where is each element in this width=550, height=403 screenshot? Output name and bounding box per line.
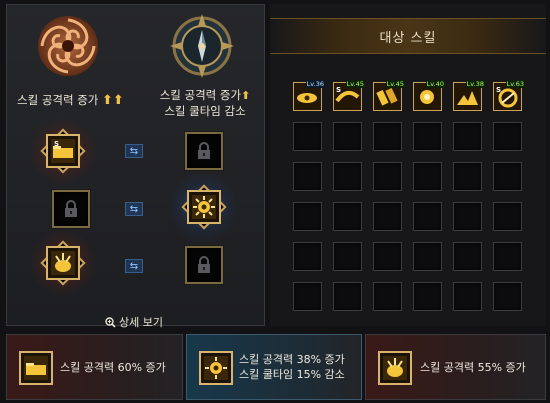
svg-text:S: S bbox=[54, 140, 59, 148]
swap-icon[interactable]: ⇆ bbox=[125, 144, 143, 158]
lock-icon bbox=[65, 200, 77, 217]
spark-fist-skill-icon bbox=[383, 356, 407, 380]
empty-skill-cell bbox=[493, 162, 522, 191]
effect-card-text: 스킬 공격력 60% 증가 bbox=[60, 361, 166, 374]
tripod-skill-slot-right-3[interactable] bbox=[185, 246, 223, 284]
empty-skill-cell bbox=[453, 202, 482, 231]
effect-card-skill-icon-frame bbox=[199, 351, 233, 385]
left-header-label: 스킬 공격력 증가 ⬆⬆ bbox=[17, 92, 124, 108]
empty-skill-cell bbox=[413, 242, 442, 271]
empty-skill-cell bbox=[333, 122, 362, 151]
effect-card-line1: 스킬 공격력 38% 증가 bbox=[239, 353, 345, 366]
sun-burst-skill-icon bbox=[204, 356, 228, 380]
right-header-label: 스킬 공격력 증가⬆ 스킬 쿨타임 감소 bbox=[150, 87, 260, 119]
skill-level-badge: Lv.40 bbox=[425, 80, 445, 88]
red-swirl-emblem-icon bbox=[34, 12, 102, 80]
target-skills-title: 대상 스킬 bbox=[379, 30, 437, 46]
empty-skill-cell bbox=[493, 202, 522, 231]
empty-skill-cell bbox=[413, 162, 442, 191]
lock-icon bbox=[198, 142, 210, 159]
double-up-arrow-icon: ⬆⬆ bbox=[102, 93, 124, 108]
empty-skill-cell bbox=[453, 122, 482, 151]
effect-card-text: 스킬 공격력 55% 증가 bbox=[420, 361, 526, 374]
empty-skill-cell bbox=[293, 202, 322, 231]
target-skill-1[interactable]: Lv.36 bbox=[293, 80, 325, 111]
empty-skill-cell bbox=[493, 122, 522, 151]
effect-card-text: 스킬 공격력 38% 증가 스킬 쿨타임 15% 감소 bbox=[239, 352, 345, 382]
empty-skill-cell bbox=[293, 242, 322, 271]
sun-burst-skill-icon bbox=[192, 195, 216, 219]
target-skill-2[interactable]: S Lv.45 bbox=[333, 80, 365, 111]
empty-skill-cell bbox=[373, 162, 402, 191]
target-skill-4[interactable]: Lv.40 bbox=[413, 80, 445, 111]
empty-skill-cell bbox=[333, 162, 362, 191]
tripod-skill-slot-left-3[interactable] bbox=[46, 246, 80, 280]
effect-card-line2: 스킬 쿨타임 15% 감소 bbox=[239, 368, 345, 381]
magnifier-icon bbox=[105, 316, 116, 328]
tripod-skill-slot-left-1[interactable]: S bbox=[46, 134, 80, 168]
empty-skill-cell bbox=[413, 202, 442, 231]
empty-skill-cell bbox=[413, 282, 442, 311]
right-header-line2: 스킬 쿨타임 감소 bbox=[164, 104, 246, 118]
empty-skill-cell bbox=[293, 122, 322, 151]
effect-card-1: 스킬 공격력 60% 증가 bbox=[6, 334, 183, 400]
svg-text:S: S bbox=[336, 86, 341, 94]
empty-skill-cell bbox=[373, 242, 402, 271]
empty-skill-cell bbox=[373, 202, 402, 231]
skill-level-badge: Lv.45 bbox=[345, 80, 365, 88]
target-skills-titlebar: 대상 스킬 bbox=[270, 18, 546, 54]
tripod-skill-slot-right-2[interactable] bbox=[187, 190, 221, 224]
empty-skill-cell bbox=[453, 162, 482, 191]
target-skill-3[interactable]: Lv.45 bbox=[373, 80, 405, 111]
empty-skill-cell bbox=[493, 282, 522, 311]
svg-text:S: S bbox=[496, 86, 501, 94]
empty-skill-cell bbox=[333, 202, 362, 231]
skill-level-badge: Lv.63 bbox=[505, 80, 525, 88]
skill-level-badge: Lv.38 bbox=[465, 80, 485, 88]
spark-fist-skill-icon bbox=[51, 251, 75, 275]
empty-skill-cell bbox=[373, 282, 402, 311]
skill-level-badge: Lv.45 bbox=[385, 80, 405, 88]
effect-card-skill-icon-frame bbox=[378, 351, 412, 385]
empty-skill-cell bbox=[493, 242, 522, 271]
empty-skill-cell bbox=[293, 282, 322, 311]
target-skill-6[interactable]: S Lv.63 bbox=[493, 80, 525, 111]
empty-skill-cell bbox=[453, 242, 482, 271]
empty-skill-cell bbox=[333, 282, 362, 311]
empty-skill-cell bbox=[453, 282, 482, 311]
compass-emblem-icon bbox=[168, 12, 236, 80]
up-arrow-icon: ⬆ bbox=[241, 89, 251, 102]
swap-icon[interactable]: ⇆ bbox=[125, 202, 143, 216]
punch-skill-icon bbox=[24, 356, 48, 380]
tripod-skill-slot-right-1[interactable] bbox=[185, 132, 223, 170]
left-header-text: 스킬 공격력 증가 bbox=[17, 93, 99, 107]
effect-card-skill-icon-frame bbox=[19, 351, 53, 385]
empty-skill-cell bbox=[373, 122, 402, 151]
swap-icon[interactable]: ⇆ bbox=[125, 259, 143, 273]
effect-card-3: 스킬 공격력 55% 증가 bbox=[365, 334, 546, 400]
empty-skill-cell bbox=[333, 242, 362, 271]
detail-view-label: 상세 보기 bbox=[119, 316, 163, 329]
right-header-line1: 스킬 공격력 증가 bbox=[159, 88, 242, 102]
empty-skill-cell bbox=[413, 122, 442, 151]
target-skill-5[interactable]: Lv.38 bbox=[453, 80, 485, 111]
skill-level-badge: Lv.36 bbox=[305, 80, 325, 88]
lock-icon bbox=[198, 256, 210, 273]
detail-view-link[interactable]: 상세 보기 bbox=[105, 314, 163, 330]
punch-skill-icon: S bbox=[51, 139, 75, 163]
empty-skill-cell bbox=[293, 162, 322, 191]
tripod-skill-slot-left-2[interactable] bbox=[52, 190, 90, 228]
effect-card-2: 스킬 공격력 38% 증가 스킬 쿨타임 15% 감소 bbox=[186, 334, 362, 400]
